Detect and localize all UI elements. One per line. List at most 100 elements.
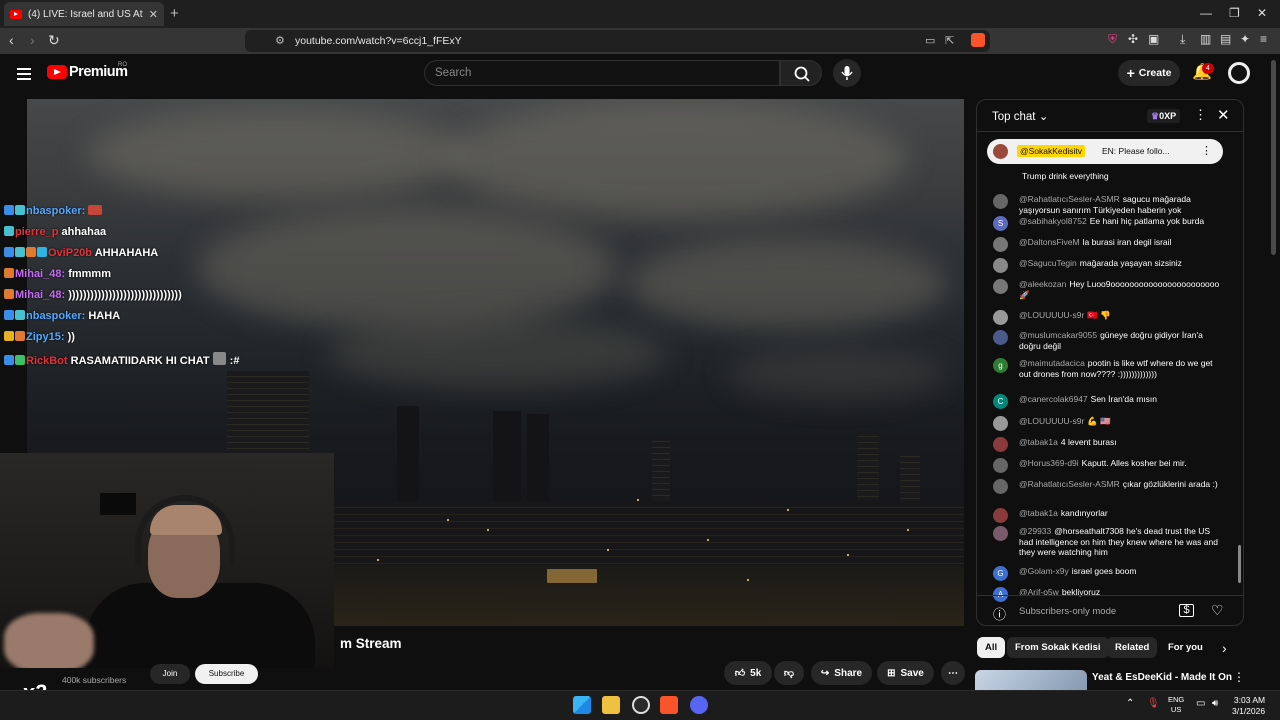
- chat-username[interactable]: @Horus369-d9i: [1019, 458, 1079, 468]
- avatar[interactable]: [993, 416, 1008, 431]
- chat-username[interactable]: @aleekozan: [1019, 279, 1066, 289]
- system-clock[interactable]: 3:03 AM 3/1/2026: [1232, 695, 1265, 717]
- heart-icon[interactable]: ♡: [1211, 602, 1224, 619]
- avatar[interactable]: [993, 279, 1008, 294]
- tab-close-icon[interactable]: ✕: [149, 8, 158, 21]
- maximize-icon[interactable]: ❐: [1229, 6, 1240, 20]
- avatar[interactable]: [993, 437, 1008, 452]
- chips-next-icon[interactable]: ›: [1222, 640, 1227, 656]
- avatar[interactable]: [993, 458, 1008, 473]
- avatar[interactable]: S: [993, 216, 1008, 231]
- volume-icon[interactable]: 🔊︎: [1212, 698, 1218, 709]
- chip-related[interactable]: Related: [1107, 637, 1158, 658]
- account-avatar[interactable]: [1228, 62, 1250, 84]
- new-tab-icon[interactable]: +: [170, 5, 179, 22]
- extensions-icon[interactable]: ✣: [1128, 32, 1138, 46]
- avatar[interactable]: [993, 310, 1008, 325]
- chat-username[interactable]: @LOUUUUU-s9r: [1019, 310, 1084, 320]
- chat-mode-dropdown[interactable]: Top chat ⌄: [992, 109, 1048, 123]
- dislike-button[interactable]: 👎︎: [774, 661, 804, 685]
- avatar[interactable]: C: [993, 394, 1008, 409]
- chat-username[interactable]: @tabak1a: [1019, 437, 1058, 447]
- minimize-icon[interactable]: —: [1200, 6, 1212, 20]
- app-icon[interactable]: [632, 696, 650, 714]
- chat-message-body: @tabak1a kandınyorlar: [1019, 508, 1224, 519]
- tab-search-icon[interactable]: ▣: [1148, 32, 1159, 46]
- pinned-message[interactable]: @SokakKedisitv EN: Please follo... ⋮: [987, 139, 1223, 164]
- info-icon[interactable]: ⓘ: [993, 604, 1006, 623]
- overlay-chat-line: Zipy15: )): [4, 331, 75, 343]
- pinned-options-icon[interactable]: ⋮: [1201, 144, 1212, 157]
- tray-chevron-icon[interactable]: ⌃: [1126, 698, 1134, 709]
- chat-username[interactable]: @LOUUUUU-s9r: [1019, 416, 1084, 426]
- chip-all[interactable]: All: [977, 637, 1006, 658]
- search-input[interactable]: Search: [424, 60, 780, 86]
- avatar[interactable]: [993, 508, 1008, 523]
- site-info-icon[interactable]: ⚙: [275, 34, 285, 47]
- chat-more-options-icon[interactable]: ⋮: [1194, 107, 1207, 123]
- points-badge[interactable]: ♛0XP: [1147, 109, 1181, 123]
- avatar[interactable]: [993, 479, 1008, 494]
- chip-for-you[interactable]: For you: [1160, 637, 1211, 658]
- window-close-icon[interactable]: ✕: [1257, 6, 1267, 20]
- recommendation-title[interactable]: Yeat & EsDeeKid - Made It On: [1092, 672, 1232, 683]
- browser-tab[interactable]: (4) LIVE: Israel and US Attack Iran ✕: [4, 2, 164, 26]
- chat-username[interactable]: @sabihakyol8752: [1019, 216, 1087, 226]
- menu-icon[interactable]: ≡: [1260, 32, 1267, 46]
- share-button[interactable]: ↪ Share: [811, 661, 872, 685]
- extension-shield-icon[interactable]: ⛨: [1108, 32, 1117, 47]
- language-indicator[interactable]: ENG US: [1168, 695, 1184, 715]
- downloads-icon[interactable]: ⤓: [1180, 32, 1185, 47]
- discord-icon[interactable]: [690, 696, 708, 714]
- avatar[interactable]: [993, 258, 1008, 273]
- brave-browser-icon[interactable]: [660, 696, 678, 714]
- network-icon[interactable]: ▭: [1196, 698, 1205, 709]
- like-button[interactable]: 👍︎ 5k: [724, 661, 772, 685]
- hamburger-menu-icon[interactable]: [17, 68, 31, 80]
- chat-username[interactable]: @tabak1a: [1019, 508, 1058, 518]
- cast-icon[interactable]: ▭: [925, 34, 935, 47]
- avatar[interactable]: [993, 237, 1008, 252]
- create-button[interactable]: + Create: [1118, 60, 1180, 86]
- sidebar-icon[interactable]: ▥: [1200, 32, 1211, 46]
- chat-username[interactable]: @canercolak6947: [1019, 394, 1088, 404]
- address-bar[interactable]: ⚙ youtube.com/watch?v=6ccj1_fFExY ▭ ⇱: [245, 30, 990, 52]
- page-scrollbar[interactable]: [1271, 60, 1276, 255]
- chat-username[interactable]: @DaltonsFiveM: [1019, 237, 1080, 247]
- chat-username[interactable]: @muslumcakar9055: [1019, 330, 1097, 340]
- recommendation-options-icon[interactable]: ⋮: [1233, 670, 1245, 684]
- brave-shield-icon[interactable]: [971, 33, 985, 47]
- avatar[interactable]: g: [993, 358, 1008, 373]
- avatar[interactable]: G: [993, 566, 1008, 581]
- avatar[interactable]: [993, 194, 1008, 209]
- avatar[interactable]: [993, 526, 1008, 541]
- chat-username[interactable]: @Golam-x9y: [1019, 566, 1069, 576]
- chat-username[interactable]: @maimutadacica: [1019, 358, 1085, 368]
- back-icon[interactable]: ‹: [9, 32, 14, 48]
- chat-username[interactable]: @SagucuTegin: [1019, 258, 1077, 268]
- chat-username[interactable]: @29933: [1019, 526, 1051, 536]
- chat-scrollbar-thumb[interactable]: [1238, 545, 1241, 583]
- avatar[interactable]: [993, 330, 1008, 345]
- chat-username[interactable]: @RahatlatıcıSesler-ASMR: [1019, 194, 1120, 204]
- reload-icon[interactable]: ↻: [48, 32, 60, 49]
- more-actions-button[interactable]: ⋯: [941, 661, 965, 685]
- mic-tray-icon[interactable]: 🎙︎: [1147, 698, 1160, 709]
- chip-from-channel[interactable]: From Sokak Kedisi: [1007, 637, 1109, 658]
- voice-search-button[interactable]: [833, 59, 861, 87]
- youtube-logo-icon[interactable]: [47, 65, 67, 79]
- join-button[interactable]: Join: [150, 664, 190, 684]
- super-chat-icon[interactable]: $: [1179, 604, 1194, 617]
- file-explorer-icon[interactable]: [602, 696, 620, 714]
- start-menu-icon[interactable]: [573, 696, 591, 714]
- subscribe-button[interactable]: Subscribe: [195, 664, 258, 684]
- chat-username[interactable]: @RahatlatıcıSesler-ASMR: [1019, 479, 1120, 489]
- leo-icon[interactable]: ✦: [1240, 32, 1250, 46]
- chat-close-icon[interactable]: ✕: [1217, 106, 1230, 124]
- save-button[interactable]: ⊞ Save: [877, 661, 934, 685]
- search-button[interactable]: [780, 60, 822, 86]
- forward-icon[interactable]: ›: [30, 32, 35, 48]
- wallet-icon[interactable]: ▤: [1220, 32, 1231, 46]
- share-page-icon[interactable]: ⇱: [945, 34, 954, 47]
- chat-scrollbar-track[interactable]: [1237, 137, 1241, 587]
